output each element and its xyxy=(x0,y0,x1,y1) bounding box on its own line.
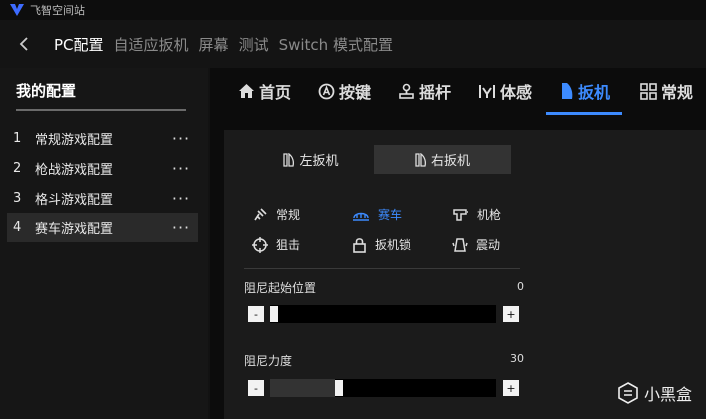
mode-label: 狙击 xyxy=(276,238,301,252)
damping-start-value: 0 xyxy=(517,280,524,293)
heybox-logo-icon xyxy=(618,382,638,404)
config-number: 1 xyxy=(13,131,22,146)
config-name: 常规游戏配置 xyxy=(35,133,114,148)
trigger-icon xyxy=(562,83,573,99)
damping-start-label: 阻尼起始位置 xyxy=(244,281,317,295)
mode-label: 机枪 xyxy=(477,208,502,222)
config-number: 4 xyxy=(13,220,22,235)
tab-label: 扳机 xyxy=(578,83,611,102)
tab-label: 按键 xyxy=(339,83,372,102)
tab-joystick[interactable]: 摇杆 xyxy=(398,68,451,114)
back-button[interactable] xyxy=(14,34,34,54)
mode-machine-gun[interactable]: 机枪 xyxy=(452,206,501,223)
damping-start-decrease-button[interactable]: - xyxy=(248,306,264,322)
nav-screen[interactable]: 屏幕 xyxy=(199,34,229,55)
damping-force-decrease-button[interactable]: - xyxy=(248,380,264,396)
tab-label: 摇杆 xyxy=(419,83,452,102)
racing-icon xyxy=(353,212,369,221)
home-icon xyxy=(239,84,254,98)
more-options-icon[interactable]: ··· xyxy=(170,129,192,148)
normal-icon xyxy=(254,207,267,220)
config-item-4[interactable]: 4 赛车游戏配置 ··· xyxy=(7,213,198,242)
nav-adaptive-trigger[interactable]: 自适应扳机 xyxy=(114,34,189,55)
button-a-icon xyxy=(318,83,335,99)
chevron-left-icon xyxy=(19,37,28,51)
mode-normal[interactable]: 常规 xyxy=(252,206,300,223)
damping-start-increase-button[interactable]: + xyxy=(503,306,519,322)
tab-trigger[interactable]: 扳机 xyxy=(560,68,610,114)
sidebar-divider xyxy=(16,109,186,111)
tab-home[interactable]: 首页 xyxy=(238,68,291,114)
more-options-icon[interactable]: ··· xyxy=(170,189,192,208)
mode-label: 常规 xyxy=(276,208,301,222)
damping-force-increase-button[interactable]: + xyxy=(503,380,519,396)
joystick-icon xyxy=(399,83,414,99)
mode-label: 扳机锁 xyxy=(375,238,412,252)
grid-icon xyxy=(640,82,657,100)
lock-icon xyxy=(353,237,366,253)
right-trigger-icon xyxy=(415,152,426,167)
mode-trigger-lock[interactable]: 扳机锁 xyxy=(352,236,411,253)
active-tab-indicator xyxy=(546,112,622,115)
trigger-panel: 左扳机 右扳机 常规 赛车 机枪 狙击 扳机锁 震动 阻尼起始位置 0 - + … xyxy=(224,130,706,419)
mode-label: 赛车 xyxy=(378,208,403,222)
config-name: 枪战游戏配置 xyxy=(35,163,114,178)
config-name: 格斗游戏配置 xyxy=(35,193,114,208)
damping-force-value: 30 xyxy=(510,352,524,365)
more-options-icon[interactable]: ··· xyxy=(170,218,192,237)
sidebar: 我的配置 1 常规游戏配置 ··· 2 枪战游戏配置 ··· 3 格斗游戏配置 … xyxy=(0,68,208,419)
right-trigger-button[interactable]: 右扳机 xyxy=(374,145,511,174)
tab-motion[interactable]: 体感 xyxy=(478,68,532,114)
top-nav: PC配置 自适应扳机 屏幕 测试 Switch 模式配置 xyxy=(0,20,706,68)
sidebar-title: 我的配置 xyxy=(16,82,77,100)
config-item-1[interactable]: 1 常规游戏配置 ··· xyxy=(7,124,198,153)
slider-fill xyxy=(270,379,335,397)
damping-force-label: 阻尼力度 xyxy=(244,354,293,368)
tab-label: 体感 xyxy=(500,83,533,102)
preview-edge xyxy=(680,130,706,419)
damping-force-slider[interactable] xyxy=(270,379,496,397)
feature-tabs: 首页 按键 摇杆 体感 扳机 常规 xyxy=(210,68,706,116)
config-number: 2 xyxy=(13,161,22,176)
divider xyxy=(244,268,520,269)
tab-buttons[interactable]: 按键 xyxy=(318,68,371,114)
config-item-3[interactable]: 3 格斗游戏配置 ··· xyxy=(7,184,198,213)
main-area: 首页 按键 摇杆 体感 扳机 常规 左扳机 右扳机 常规 赛车 机枪 狙击 扳机… xyxy=(210,68,706,419)
app-logo-icon xyxy=(10,4,24,16)
mode-sniper[interactable]: 狙击 xyxy=(252,236,300,253)
watermark-text: 小黑盒 xyxy=(643,385,692,404)
more-options-icon[interactable]: ··· xyxy=(170,159,192,178)
title-bar: 飞智空间站 xyxy=(0,0,706,20)
vibration-icon xyxy=(452,237,468,252)
crosshair-icon xyxy=(252,236,268,253)
machine-gun-icon xyxy=(453,208,468,221)
motion-icon xyxy=(479,84,495,98)
tab-label: 首页 xyxy=(259,83,292,102)
mode-vibration[interactable]: 震动 xyxy=(452,236,500,253)
config-name: 赛车游戏配置 xyxy=(35,222,114,237)
config-item-2[interactable]: 2 枪战游戏配置 ··· xyxy=(7,154,198,183)
slider-thumb[interactable] xyxy=(335,380,343,396)
watermark: 小黑盒 xyxy=(616,381,692,405)
nav-switch-mode[interactable]: Switch 模式配置 xyxy=(279,34,393,55)
mode-label: 震动 xyxy=(476,238,501,252)
damping-start-slider[interactable] xyxy=(270,305,496,323)
left-trigger-button[interactable]: 左扳机 xyxy=(260,145,362,174)
config-number: 3 xyxy=(13,191,22,206)
right-trigger-label: 右扳机 xyxy=(430,154,470,169)
mode-racing[interactable]: 赛车 xyxy=(352,206,402,223)
nav-pc-config[interactable]: PC配置 xyxy=(54,34,104,55)
left-trigger-label: 左扳机 xyxy=(299,154,339,169)
tab-label: 常规 xyxy=(661,83,694,102)
app-title: 飞智空间站 xyxy=(30,4,85,17)
nav-test[interactable]: 测试 xyxy=(239,34,269,55)
tab-general[interactable]: 常规 xyxy=(640,68,693,114)
slider-thumb[interactable] xyxy=(270,306,278,322)
left-trigger-icon xyxy=(283,152,295,167)
